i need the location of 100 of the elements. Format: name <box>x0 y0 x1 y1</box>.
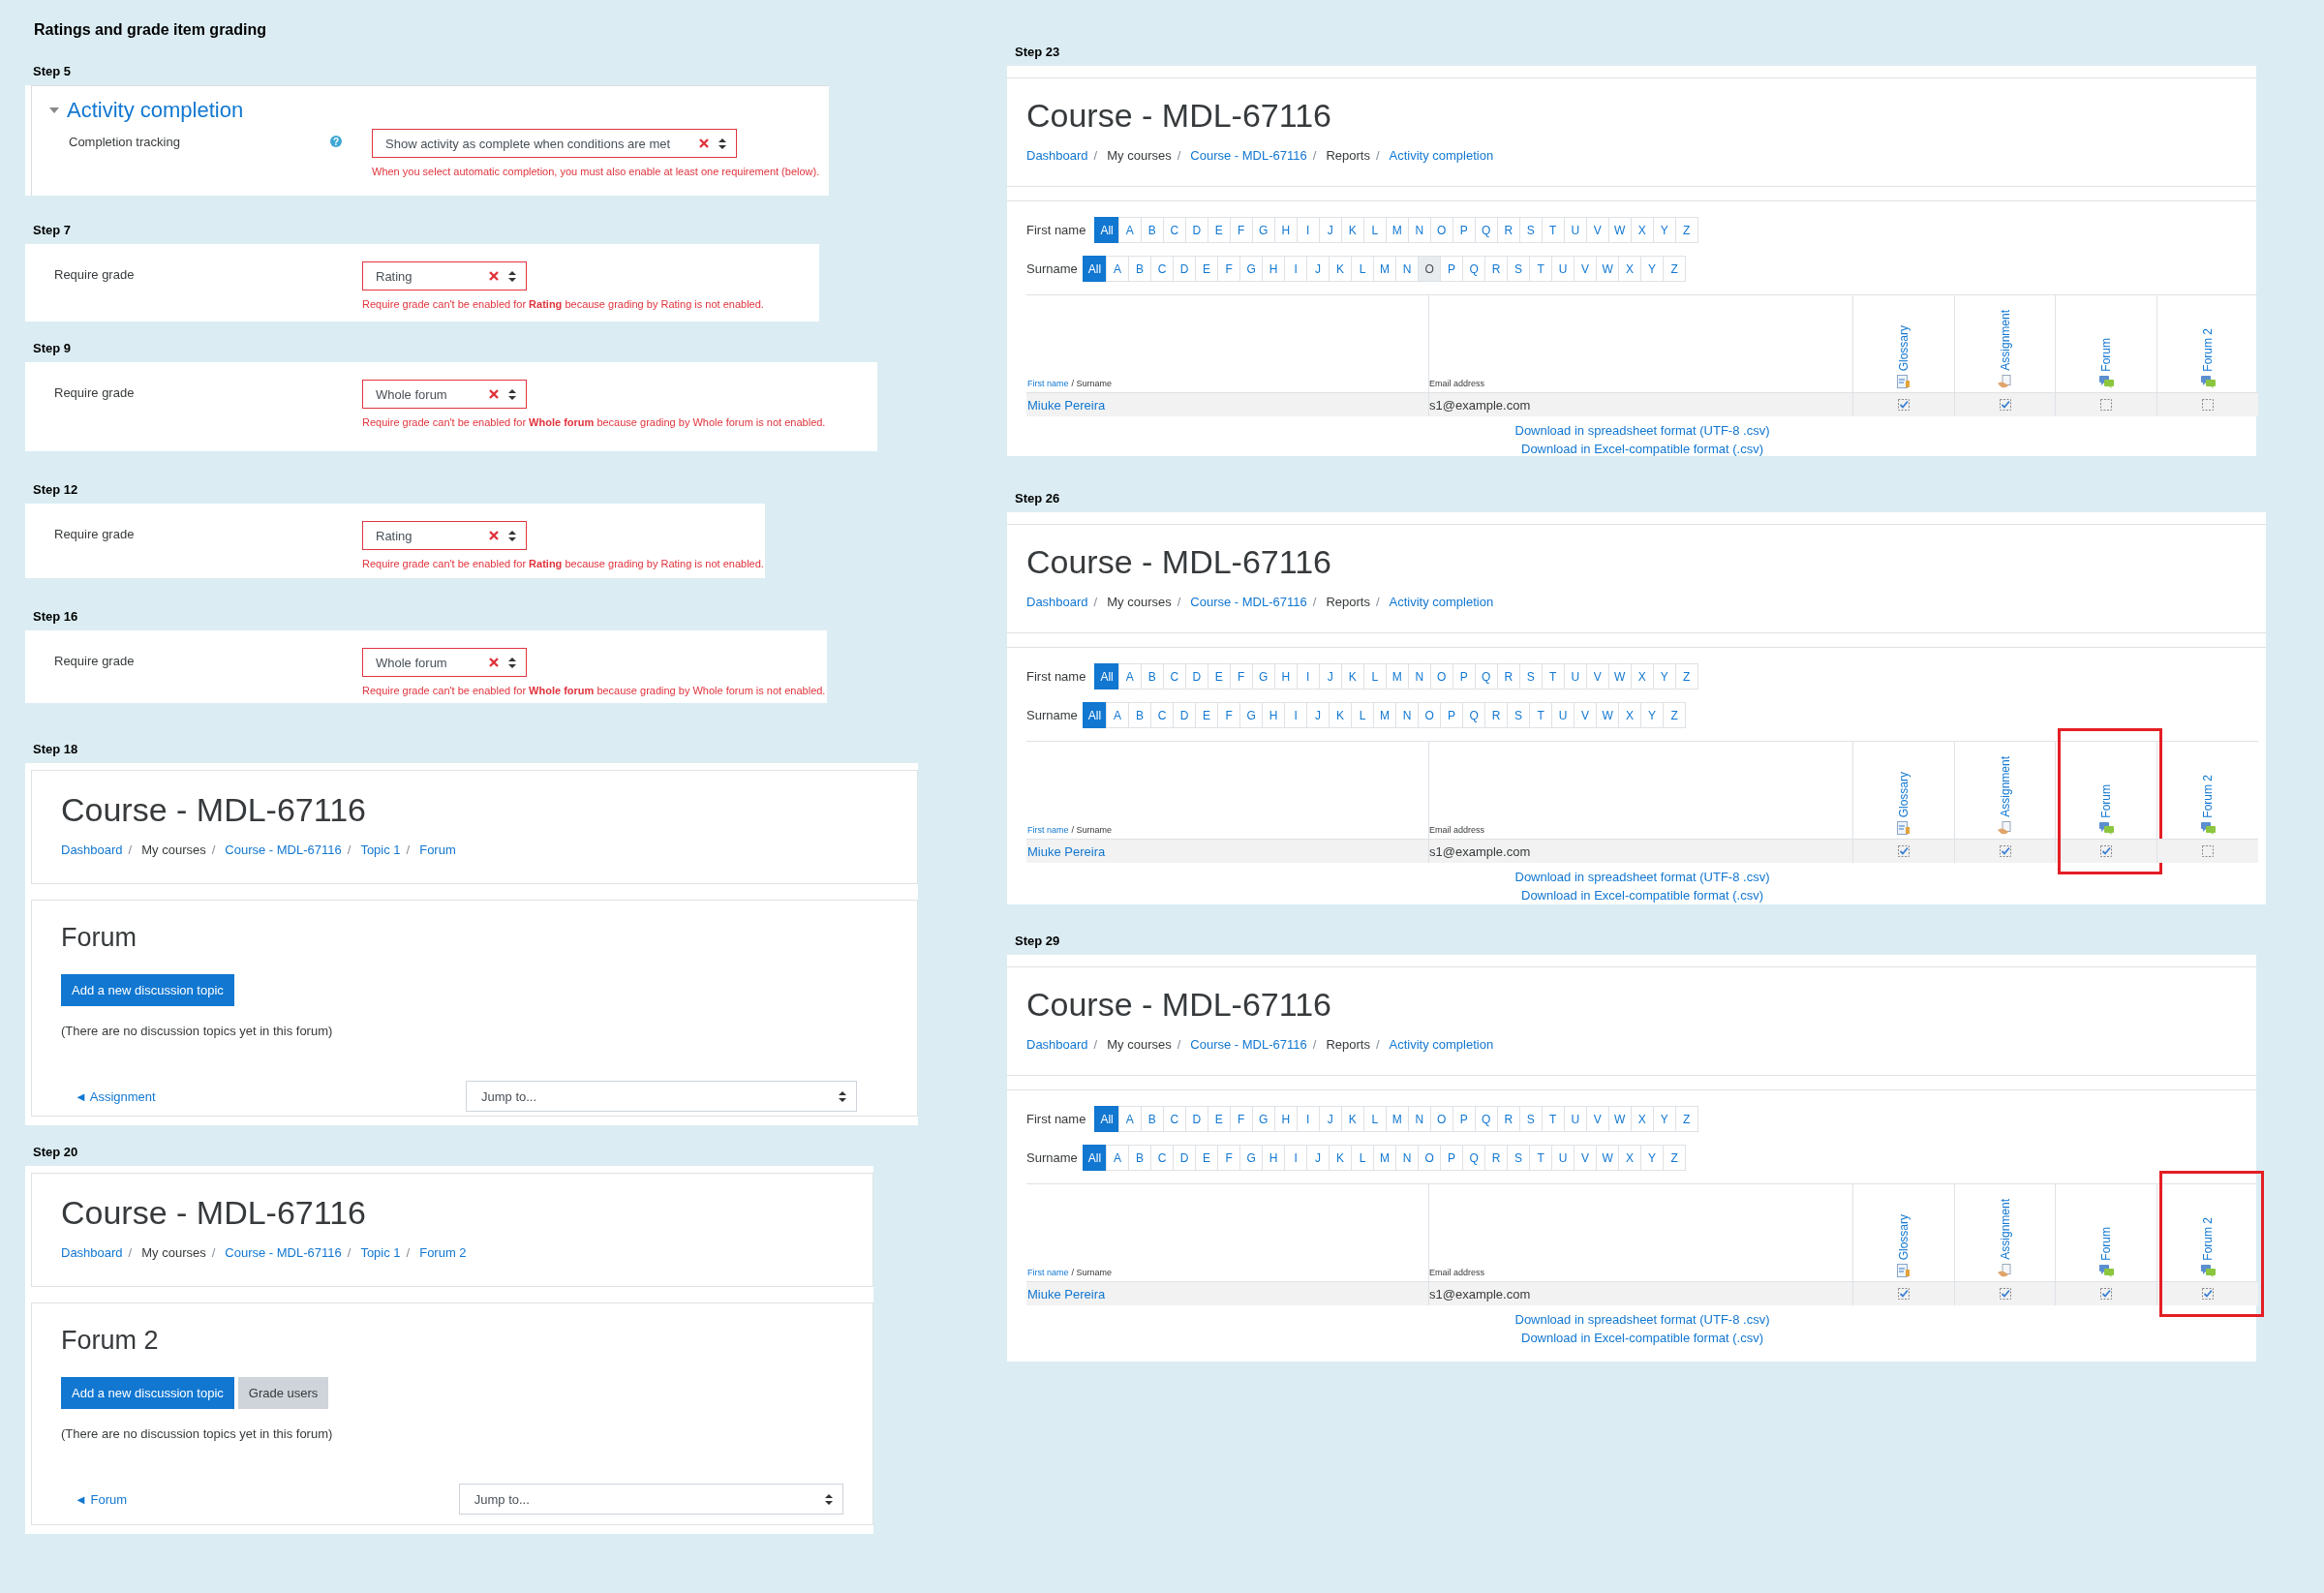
initial-button[interactable]: T <box>1541 217 1565 243</box>
initial-button[interactable]: L <box>1351 1145 1375 1171</box>
initial-button[interactable]: G <box>1251 1106 1275 1132</box>
initial-button[interactable]: Q <box>1474 663 1498 689</box>
add-topic-button[interactable]: Add a new discussion topic <box>61 1377 234 1409</box>
initial-button[interactable]: Y <box>1652 217 1676 243</box>
user-link[interactable]: Miuke Pereira <box>1027 843 1106 859</box>
initial-button[interactable]: Z <box>1663 256 1687 282</box>
initial-button[interactable]: G <box>1239 1145 1264 1171</box>
breadcrumb-link[interactable]: Dashboard <box>1026 148 1088 163</box>
initial-button[interactable]: L <box>1362 217 1387 243</box>
initial-button[interactable]: R <box>1484 702 1509 728</box>
breadcrumb-link[interactable]: Dashboard <box>1026 1037 1088 1052</box>
initial-button[interactable]: Z <box>1674 663 1698 689</box>
initial-button[interactable]: C <box>1150 256 1175 282</box>
initial-button[interactable]: U <box>1563 663 1587 689</box>
initial-button[interactable]: D <box>1184 1106 1208 1132</box>
initial-button[interactable]: Z <box>1663 1145 1687 1171</box>
initial-button[interactable]: All <box>1094 663 1119 689</box>
initial-button[interactable]: E <box>1195 1145 1219 1171</box>
initial-button[interactable]: N <box>1395 702 1420 728</box>
initial-button[interactable]: S <box>1518 217 1543 243</box>
previous-link[interactable]: ◄ Forum <box>61 1491 459 1507</box>
initial-button[interactable]: X <box>1618 256 1642 282</box>
initial-button[interactable]: F <box>1229 217 1253 243</box>
initial-button[interactable]: P <box>1440 702 1464 728</box>
initial-button[interactable]: A <box>1117 217 1142 243</box>
download-link[interactable]: Download in spreadsheet format (UTF-8 .csv) <box>1514 423 1770 438</box>
initial-button[interactable]: A <box>1117 663 1142 689</box>
initial-button[interactable]: B <box>1140 663 1164 689</box>
initial-button[interactable]: E <box>1195 702 1219 728</box>
initial-button[interactable]: Z <box>1663 702 1687 728</box>
initial-button[interactable]: F <box>1217 702 1241 728</box>
initial-button[interactable]: T <box>1529 702 1553 728</box>
initial-button[interactable]: I <box>1296 1106 1320 1132</box>
initial-button[interactable]: W <box>1607 1106 1632 1132</box>
initial-button[interactable]: W <box>1607 217 1632 243</box>
initial-button[interactable]: N <box>1395 256 1420 282</box>
breadcrumb-link[interactable]: Course - MDL-67116 <box>1190 1037 1307 1052</box>
initial-button[interactable]: A <box>1106 702 1130 728</box>
initial-button[interactable]: W <box>1596 1145 1620 1171</box>
initial-button[interactable]: Q <box>1474 217 1498 243</box>
initial-button[interactable]: B <box>1140 217 1164 243</box>
initial-button[interactable]: I <box>1284 1145 1308 1171</box>
initial-button[interactable]: J <box>1318 1106 1342 1132</box>
select-field[interactable]: Rating <box>362 521 527 550</box>
initial-button[interactable]: T <box>1541 663 1565 689</box>
initial-button[interactable]: G <box>1239 702 1264 728</box>
initial-button[interactable]: M <box>1385 217 1409 243</box>
initial-button[interactable]: R <box>1496 663 1520 689</box>
initial-button[interactable]: W <box>1607 663 1632 689</box>
grade-users-button[interactable]: Grade users <box>237 1377 329 1409</box>
checked-box-icon[interactable] <box>1897 399 1910 411</box>
breadcrumb-link[interactable]: Topic 1 <box>360 842 401 857</box>
breadcrumb-link[interactable]: Forum 2 <box>419 1245 467 1260</box>
initial-button[interactable]: I <box>1284 256 1308 282</box>
initial-button[interactable]: P <box>1440 256 1464 282</box>
initial-button[interactable]: V <box>1585 663 1609 689</box>
initial-button[interactable]: R <box>1496 217 1520 243</box>
initial-button[interactable]: G <box>1251 663 1275 689</box>
jump-select[interactable]: Jump to... <box>466 1081 857 1112</box>
initial-button[interactable]: P <box>1440 1145 1464 1171</box>
checked-box-icon[interactable] <box>1999 1288 2011 1300</box>
initial-button[interactable]: F <box>1229 663 1253 689</box>
select-field[interactable]: Rating <box>362 261 527 291</box>
initial-button[interactable]: L <box>1362 663 1387 689</box>
initial-button[interactable]: X <box>1630 217 1654 243</box>
checked-box-icon[interactable] <box>2100 1288 2113 1300</box>
initial-button[interactable]: All <box>1082 702 1108 728</box>
initial-button[interactable]: J <box>1318 663 1342 689</box>
initial-button[interactable]: F <box>1217 256 1241 282</box>
breadcrumb-link[interactable]: Dashboard <box>61 1245 123 1260</box>
initial-button[interactable]: E <box>1207 217 1231 243</box>
previous-link[interactable]: ◄ Assignment <box>61 1088 466 1104</box>
breadcrumb-link[interactable]: Course - MDL-67116 <box>1190 595 1307 609</box>
initial-button[interactable]: W <box>1596 702 1620 728</box>
initial-button[interactable]: O <box>1429 1106 1453 1132</box>
initial-button[interactable]: G <box>1251 217 1275 243</box>
activity-link[interactable]: Assignment <box>1998 310 2012 371</box>
initial-button[interactable]: U <box>1563 217 1587 243</box>
sort-link[interactable]: First name <box>1027 825 1069 835</box>
initial-button[interactable]: R <box>1496 1106 1520 1132</box>
initial-button[interactable]: Y <box>1640 1145 1665 1171</box>
breadcrumb-link[interactable]: Topic 1 <box>360 1245 401 1260</box>
initial-button[interactable]: P <box>1452 663 1476 689</box>
initial-button[interactable]: W <box>1596 256 1620 282</box>
checked-box-icon[interactable] <box>1897 845 1910 857</box>
initial-button[interactable]: A <box>1106 256 1130 282</box>
breadcrumb-link[interactable]: Course - MDL-67116 <box>225 842 342 857</box>
initial-button[interactable]: J <box>1306 1145 1330 1171</box>
add-topic-button[interactable]: Add a new discussion topic <box>61 974 234 1006</box>
initial-button[interactable]: Q <box>1462 1145 1486 1171</box>
empty-box-icon[interactable] <box>2100 399 2113 411</box>
initial-button[interactable]: K <box>1340 663 1364 689</box>
initial-button[interactable]: O <box>1429 217 1453 243</box>
select-field[interactable]: Whole forum <box>362 648 527 677</box>
initial-button[interactable]: R <box>1484 1145 1509 1171</box>
initial-button[interactable]: E <box>1207 663 1231 689</box>
initial-button[interactable]: Q <box>1474 1106 1498 1132</box>
clear-icon[interactable] <box>489 389 499 399</box>
